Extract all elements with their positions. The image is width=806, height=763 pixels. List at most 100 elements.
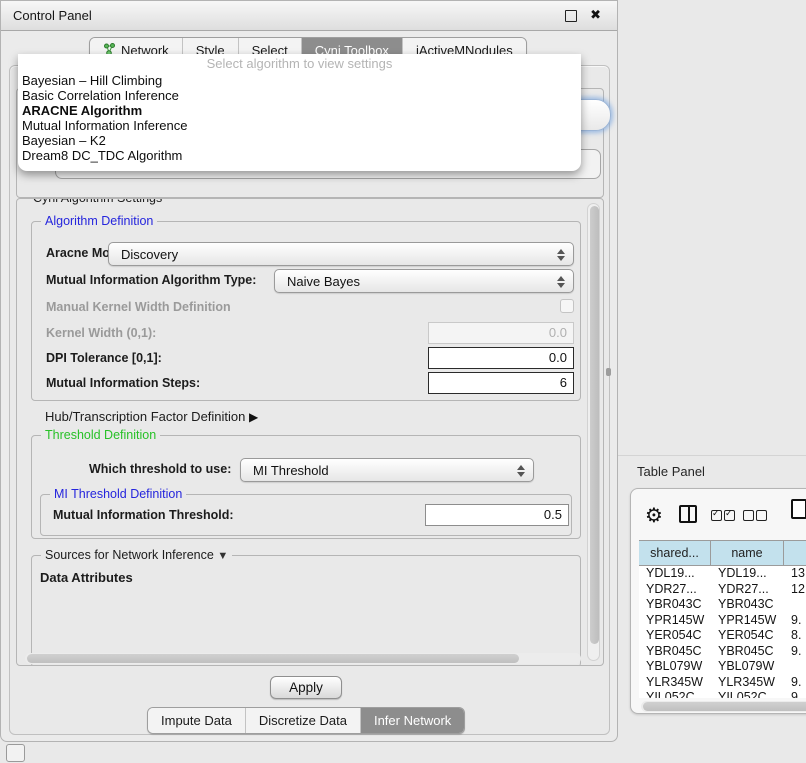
table-cell: YLR345W bbox=[639, 675, 711, 691]
algorithm-option[interactable]: Basic Correlation Inference bbox=[18, 88, 581, 103]
kernel-width-label: Kernel Width (0,1): bbox=[46, 326, 156, 340]
settings-vertical-scrollbar[interactable] bbox=[587, 203, 600, 661]
table-cell bbox=[784, 597, 806, 613]
sources-toggle[interactable]: Sources for Network Inference ▼ bbox=[41, 548, 232, 562]
deselect-all-icon[interactable] bbox=[743, 510, 767, 521]
dpi-tolerance-field[interactable]: 0.0 bbox=[428, 347, 574, 369]
table-row[interactable]: YDR27...YDR27...12 bbox=[639, 582, 806, 598]
mode-tab-infer-network[interactable]: Infer Network bbox=[361, 708, 464, 733]
manual-kernel-label: Manual Kernel Width Definition bbox=[46, 300, 231, 314]
table-row[interactable]: YBL079WYBL079W bbox=[639, 659, 806, 675]
table-cell: YIL052C bbox=[639, 690, 711, 698]
mi-steps-label: Mutual Information Steps: bbox=[46, 376, 200, 390]
desktop: { "window": { "title": "Control Panel" }… bbox=[0, 0, 806, 762]
table-panel-card: ⚙ shared...nameA YDL19...YDL19...13YDR27… bbox=[630, 488, 806, 714]
combo-arrows-icon bbox=[516, 463, 525, 479]
split-column-icon[interactable] bbox=[679, 505, 697, 523]
table-cell: 8. bbox=[784, 628, 806, 644]
aracne-mode-value: Discovery bbox=[121, 247, 178, 262]
table-cell: 9. bbox=[784, 613, 806, 629]
table-cell: YPR145W bbox=[639, 613, 711, 629]
which-threshold-combo[interactable]: MI Threshold bbox=[240, 458, 534, 482]
table-horizontal-scrollbar[interactable] bbox=[641, 701, 806, 712]
column-header-3[interactable]: A bbox=[784, 541, 806, 565]
control-panel-window: Control Panel ✖ NetworkStyleSelectCyni T… bbox=[0, 0, 618, 742]
table-row[interactable]: YPR145WYPR145W9. bbox=[639, 613, 806, 629]
close-icon[interactable]: ✖ bbox=[590, 7, 601, 23]
network-view-area: GALGAL80GAL10GAL1GAL11SWI4GAL4GCY1HAP4YH… bbox=[618, 0, 806, 455]
algorithm-option[interactable]: ARACNE Algorithm bbox=[18, 103, 581, 118]
window-title: Control Panel bbox=[13, 8, 92, 23]
mi-threshold-group: MI Threshold Definition Mutual Informati… bbox=[40, 494, 572, 536]
select-all-icon[interactable] bbox=[711, 510, 735, 521]
algorithm-option[interactable]: Dream8 DC_TDC Algorithm bbox=[18, 148, 581, 163]
threshold-definition-group: Threshold Definition Which threshold to … bbox=[31, 435, 581, 539]
algorithm-option[interactable]: Bayesian – Hill Climbing bbox=[18, 73, 581, 88]
mi-type-label: Mutual Information Algorithm Type: bbox=[46, 273, 256, 287]
hub-definition-label: Hub/Transcription Factor Definition bbox=[45, 409, 245, 424]
table-cell: YDL19... bbox=[639, 566, 711, 582]
mi-threshold-title: MI Threshold Definition bbox=[50, 487, 186, 501]
sources-group: Sources for Network Inference ▼ Data Att… bbox=[31, 555, 581, 666]
combo-arrows-icon bbox=[556, 274, 565, 290]
dpi-tolerance-label: DPI Tolerance [0,1]: bbox=[46, 351, 162, 365]
table-row[interactable]: YER054CYER054C8. bbox=[639, 628, 806, 644]
table-row[interactable]: YIL052CYIL052C9. bbox=[639, 690, 806, 698]
table-row[interactable]: YDL19...YDL19...13 bbox=[639, 566, 806, 582]
cyni-algorithm-settings-group: Cyni Algorithm Settings Algorithm Defini… bbox=[16, 198, 604, 666]
table-header-row: shared...nameA bbox=[639, 540, 806, 566]
collapse-arrow-icon: ▼ bbox=[217, 550, 228, 562]
table-cell: YER054C bbox=[639, 628, 711, 644]
algorithm-option[interactable]: Bayesian – K2 bbox=[18, 133, 581, 148]
sources-title: Sources for Network Inference bbox=[45, 548, 214, 562]
table-cell: YDR27... bbox=[711, 582, 784, 598]
algorithm-list: Bayesian – Hill ClimbingBasic Correlatio… bbox=[18, 73, 581, 163]
panel-divider-handle[interactable] bbox=[606, 368, 611, 376]
table-cell: 9. bbox=[784, 690, 806, 698]
table-document-icon[interactable] bbox=[791, 499, 806, 519]
which-threshold-label: Which threshold to use: bbox=[89, 462, 231, 476]
table-cell: YDL19... bbox=[711, 566, 784, 582]
which-threshold-value: MI Threshold bbox=[253, 463, 329, 478]
mode-tab-discretize-data[interactable]: Discretize Data bbox=[246, 708, 361, 733]
dropdown-placeholder: Select algorithm to view settings bbox=[18, 54, 581, 73]
aracne-mode-combo[interactable]: Discovery bbox=[108, 242, 574, 266]
threshold-definition-title: Threshold Definition bbox=[41, 428, 160, 442]
mode-tab-impute-data[interactable]: Impute Data bbox=[148, 708, 246, 733]
mode-tab-label: Discretize Data bbox=[259, 713, 347, 728]
kernel-width-field[interactable]: 0.0 bbox=[428, 322, 574, 344]
data-attributes-label: Data Attributes bbox=[40, 570, 133, 585]
hide-panel-icon[interactable] bbox=[6, 744, 25, 762]
table-cell: 13 bbox=[784, 566, 806, 582]
float-window-icon[interactable] bbox=[565, 10, 577, 22]
table-cell: 9. bbox=[784, 644, 806, 660]
table-cell: YBR043C bbox=[639, 597, 711, 613]
table-row[interactable]: YBR045CYBR045C9. bbox=[639, 644, 806, 660]
table-cell: YPR145W bbox=[711, 613, 784, 629]
algorithm-definition-title: Algorithm Definition bbox=[41, 214, 157, 228]
mi-threshold-label: Mutual Information Threshold: bbox=[53, 508, 234, 522]
gear-icon[interactable]: ⚙ bbox=[645, 503, 663, 528]
table-cell: YIL052C bbox=[711, 690, 784, 698]
table-row[interactable]: YBR043CYBR043C bbox=[639, 597, 806, 613]
hub-definition-toggle[interactable]: Hub/Transcription Factor Definition ▶ bbox=[45, 409, 258, 424]
settings-group-title: Cyni Algorithm Settings bbox=[29, 198, 166, 205]
table-cell: YBL079W bbox=[639, 659, 711, 675]
table-cell: YBL079W bbox=[711, 659, 784, 675]
mode-tab-label: Impute Data bbox=[161, 713, 232, 728]
table-row[interactable]: YLR345WYLR345W9. bbox=[639, 675, 806, 691]
table-cell: YLR345W bbox=[711, 675, 784, 691]
mi-type-value: Naive Bayes bbox=[287, 274, 360, 289]
mi-threshold-field[interactable]: 0.5 bbox=[425, 504, 569, 526]
settings-horizontal-scrollbar[interactable] bbox=[25, 653, 581, 664]
apply-button[interactable]: Apply bbox=[270, 676, 342, 699]
manual-kernel-checkbox[interactable] bbox=[560, 299, 574, 313]
mi-steps-field[interactable]: 6 bbox=[428, 372, 574, 394]
column-header-2[interactable]: name bbox=[711, 541, 784, 565]
table-cell: 9. bbox=[784, 675, 806, 691]
algorithm-option[interactable]: Mutual Information Inference bbox=[18, 118, 581, 133]
table-cell: YBR045C bbox=[711, 644, 784, 660]
mi-type-combo[interactable]: Naive Bayes bbox=[274, 269, 574, 293]
column-header-1[interactable]: shared... bbox=[639, 541, 711, 565]
table-panel-title: Table Panel bbox=[637, 464, 705, 479]
